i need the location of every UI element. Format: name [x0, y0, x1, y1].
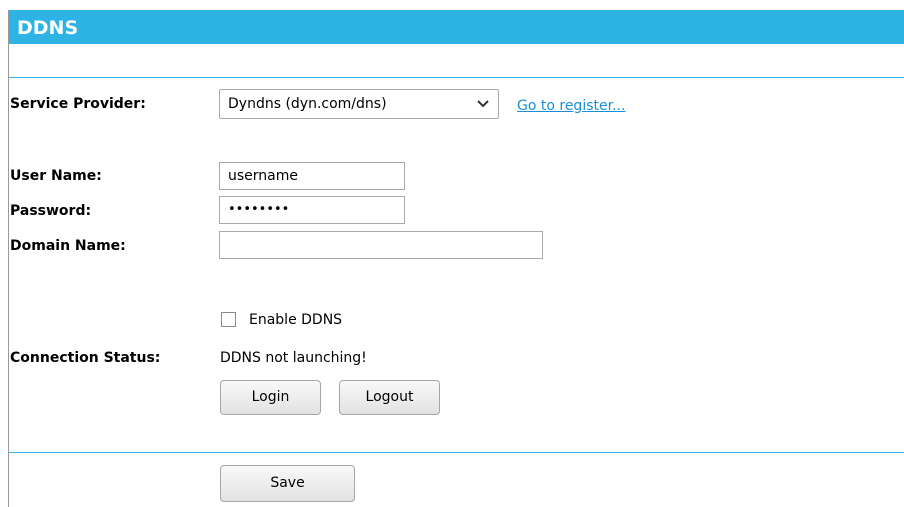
login-button[interactable]: Login	[220, 380, 321, 415]
user-name-label: User Name:	[10, 168, 102, 184]
service-provider-selected-value: Dyndns (dyn.com/dns)	[228, 96, 387, 112]
chevron-down-icon	[477, 100, 489, 108]
top-divider	[9, 77, 904, 78]
go-to-register-link[interactable]: Go to register...	[517, 98, 625, 114]
user-name-input[interactable]	[219, 162, 405, 190]
enable-ddns-label: Enable DDNS	[249, 312, 343, 328]
password-label: Password:	[10, 203, 92, 219]
service-provider-label: Service Provider:	[10, 96, 146, 112]
password-input[interactable]: ••••••••	[219, 196, 405, 224]
connection-status-value: DDNS not launching!	[220, 350, 367, 366]
enable-ddns-checkbox[interactable]	[221, 312, 236, 327]
service-provider-select[interactable]: Dyndns (dyn.com/dns)	[219, 89, 499, 119]
header-bar	[9, 10, 904, 44]
connection-status-label: Connection Status:	[10, 350, 161, 366]
page-title: DDNS	[17, 17, 79, 39]
domain-name-input[interactable]	[219, 231, 543, 259]
save-button[interactable]: Save	[220, 465, 355, 502]
domain-name-label: Domain Name:	[10, 238, 126, 254]
logout-button[interactable]: Logout	[339, 380, 440, 415]
page-left-border	[8, 10, 9, 507]
bottom-divider	[9, 452, 904, 453]
